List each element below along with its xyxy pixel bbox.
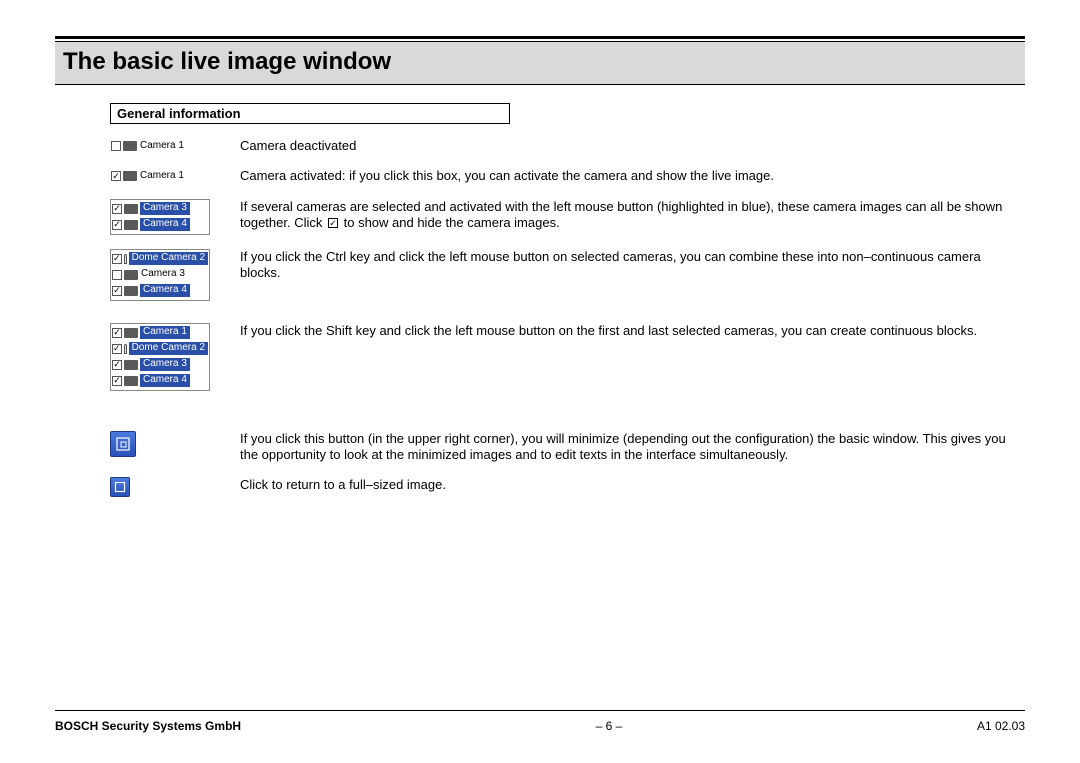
row-text: If you click the Ctrl key and click the … <box>240 249 1025 282</box>
row-text: Camera deactivated <box>240 138 1025 154</box>
camera-label: Camera 4 <box>140 374 190 387</box>
camera-icon <box>124 376 138 386</box>
footer-center: – 6 – <box>596 719 623 733</box>
checkbox-checked-icon <box>112 344 122 354</box>
footer-right: A1 02.03 <box>977 719 1025 733</box>
camera-group: Dome Camera 2 Camera 3 Camera 4 <box>110 249 210 301</box>
camera-item-selected: Camera 4 <box>111 217 209 233</box>
row-text: Click to return to a full–sized image. <box>240 477 1025 493</box>
camera-label: Camera 3 <box>140 202 190 215</box>
row-camera-deactivated: Camera 1 Camera deactivated <box>110 138 1025 154</box>
row-minimize: If you click this button (in the upper r… <box>110 431 1025 464</box>
row-text: If you click the Shift key and click the… <box>240 323 1025 339</box>
camera-label: Camera 1 <box>139 170 185 183</box>
camera-item-selected: Dome Camera 2 <box>111 251 209 267</box>
camera-item-selected: Camera 3 <box>111 357 209 373</box>
camera-icon <box>124 270 138 280</box>
row-text: If several cameras are selected and acti… <box>240 199 1025 232</box>
camera-icon <box>124 328 138 338</box>
row-restore: Click to return to a full–sized image. <box>110 477 1025 497</box>
camera-icon <box>124 220 138 230</box>
camera-icon <box>123 141 137 151</box>
dome-camera-icon <box>124 254 127 264</box>
inline-checkbox-icon <box>328 218 338 228</box>
camera-icon <box>123 171 137 181</box>
camera-icon <box>124 204 138 214</box>
camera-item-unchecked: Camera 3 <box>111 267 209 283</box>
text-part-b: to show and hide the camera images. <box>340 215 560 230</box>
minimize-window-icon <box>110 431 136 457</box>
dome-camera-icon <box>124 344 127 354</box>
camera-label: Camera 3 <box>140 358 190 371</box>
camera-item-selected: Camera 1 <box>111 325 209 341</box>
camera-item-selected: Dome Camera 2 <box>111 341 209 357</box>
page-title: The basic live image window <box>55 41 1025 85</box>
top-rule <box>55 36 1025 39</box>
camera-label: Camera 1 <box>140 326 190 339</box>
footer-rule <box>55 710 1025 711</box>
camera-label: Camera 3 <box>140 268 186 281</box>
camera-item-selected: Camera 4 <box>111 373 209 389</box>
camera-label: Camera 1 <box>139 140 185 153</box>
row-text: If you click this button (in the upper r… <box>240 431 1025 464</box>
row-camera-activated: Camera 1 Camera activated: if you click … <box>110 168 1025 184</box>
row-ctrl-select: Dome Camera 2 Camera 3 Camera 4 If you c… <box>110 249 1025 301</box>
row-shift-select: Camera 1 Dome Camera 2 Camera 3 <box>110 323 1025 391</box>
camera-group: Camera 1 Dome Camera 2 Camera 3 <box>110 323 210 391</box>
section-header: General information <box>110 103 510 124</box>
row-multi-select: Camera 3 Camera 4 If several cameras are… <box>110 199 1025 235</box>
camera-item-checked: Camera 1 <box>110 168 240 184</box>
camera-group: Camera 3 Camera 4 <box>110 199 210 235</box>
restore-window-icon <box>110 477 130 497</box>
camera-item-selected: Camera 4 <box>111 283 209 299</box>
checkbox-checked-icon <box>112 254 122 264</box>
camera-item-unchecked: Camera 1 <box>110 138 240 154</box>
camera-icon <box>124 286 138 296</box>
camera-item-selected: Camera 3 <box>111 201 209 217</box>
camera-label: Camera 4 <box>140 284 190 297</box>
row-text: Camera activated: if you click this box,… <box>240 168 1025 184</box>
footer-left: BOSCH Security Systems GmbH <box>55 719 241 733</box>
camera-label: Dome Camera 2 <box>129 252 208 265</box>
camera-label: Dome Camera 2 <box>129 342 208 355</box>
camera-icon <box>124 360 138 370</box>
camera-label: Camera 4 <box>140 218 190 231</box>
page-footer: BOSCH Security Systems GmbH – 6 – A1 02.… <box>55 710 1025 733</box>
